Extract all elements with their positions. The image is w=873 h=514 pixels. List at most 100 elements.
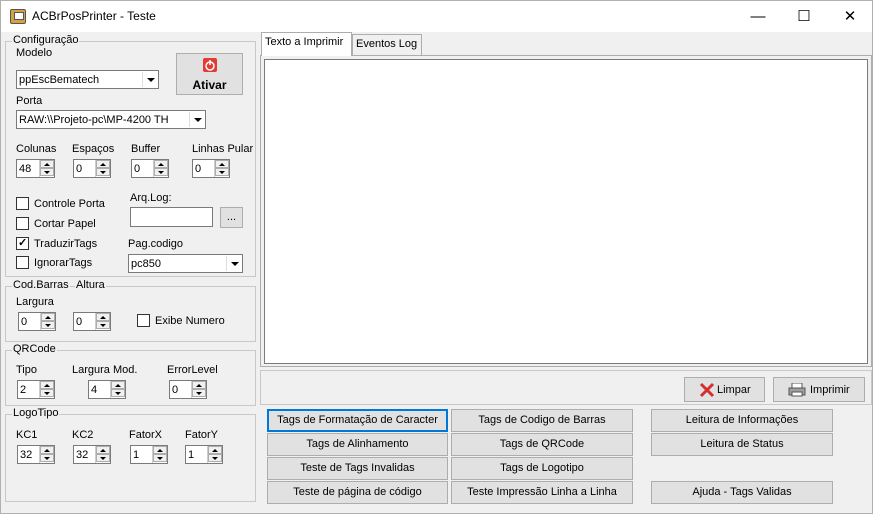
spin-up-icon[interactable] xyxy=(154,160,168,168)
close-button[interactable]: ✕ xyxy=(827,1,873,32)
spin-up-icon[interactable] xyxy=(208,446,222,454)
spin-up-icon[interactable] xyxy=(111,381,125,389)
teste-tags-invalidas-button[interactable]: Teste de Tags Invalidas xyxy=(267,457,448,480)
ignorar-tags-label: IgnorarTags xyxy=(34,256,93,269)
spin-down-icon[interactable] xyxy=(192,389,206,397)
spin-down-icon[interactable] xyxy=(40,168,54,176)
pag-codigo-select[interactable]: pc850 xyxy=(128,254,243,273)
error-level-label: ErrorLevel xyxy=(167,364,218,376)
limpar-label: Limpar xyxy=(717,384,751,396)
qrcode-largura-mod-spinner[interactable]: 4 xyxy=(88,380,126,399)
buffer-spinner[interactable]: 0 xyxy=(131,159,169,178)
traduzir-tags-checkbox[interactable]: TraduzirTags xyxy=(16,236,97,250)
tab-eventos-log[interactable]: Eventos Log xyxy=(352,34,422,55)
spin-up-icon[interactable] xyxy=(41,313,55,321)
tags-codigo-barras-button[interactable]: Tags de Codigo de Barras xyxy=(451,409,633,432)
tab-page xyxy=(260,55,872,367)
spin-down-icon[interactable] xyxy=(96,321,110,329)
ignorar-tags-checkbox[interactable]: IgnorarTags xyxy=(16,256,92,269)
printer-app-icon xyxy=(10,9,26,24)
teste-pagina-codigo-button[interactable]: Teste de página de código xyxy=(267,481,448,504)
spin-up-icon[interactable] xyxy=(96,446,110,454)
print-text-area[interactable] xyxy=(264,59,868,364)
controle-porta-label: Controle Porta xyxy=(34,197,105,210)
spin-down-icon[interactable] xyxy=(40,389,54,397)
largura-label: Largura xyxy=(16,296,54,308)
title-bar: ACBrPosPrinter - Teste — ☐ ✕ xyxy=(1,1,872,32)
barcode-largura-value: 0 xyxy=(21,316,28,328)
spin-down-icon[interactable] xyxy=(41,321,55,329)
ativar-button[interactable]: Ativar xyxy=(176,53,243,95)
spin-down-icon[interactable] xyxy=(96,454,110,462)
chevron-down-icon[interactable] xyxy=(142,72,157,87)
leitura-informacoes-button[interactable]: Leitura de Informações xyxy=(651,409,833,432)
spin-down-icon[interactable] xyxy=(208,454,222,462)
modelo-value: ppEscBematech xyxy=(19,74,100,86)
chevron-down-icon[interactable] xyxy=(226,256,241,271)
spin-down-icon[interactable] xyxy=(111,389,125,397)
teste-impressao-linha-button[interactable]: Teste Impressão Linha a Linha xyxy=(451,481,633,504)
qrcode-tipo-spinner[interactable]: 2 xyxy=(17,380,55,399)
limpar-button[interactable]: Limpar xyxy=(684,377,765,402)
tags-qrcode-button[interactable]: Tags de QRCode xyxy=(451,433,633,456)
clear-x-icon xyxy=(699,382,715,398)
main-window: ACBrPosPrinter - Teste — ☐ ✕ Configuraçã… xyxy=(0,0,873,514)
spin-up-icon[interactable] xyxy=(40,446,54,454)
tags-formatacao-button[interactable]: Tags de Formatação de Caracter xyxy=(267,409,448,432)
spin-down-icon[interactable] xyxy=(215,168,229,176)
kc2-value: 32 xyxy=(76,449,89,461)
printer-icon xyxy=(788,383,806,397)
spin-up-icon[interactable] xyxy=(40,381,54,389)
spin-up-icon[interactable] xyxy=(96,160,110,168)
spin-down-icon[interactable] xyxy=(154,168,168,176)
colunas-spinner[interactable]: 48 xyxy=(16,159,55,178)
imprimir-label: Imprimir xyxy=(810,384,850,396)
kc2-spinner[interactable]: 32 xyxy=(73,445,111,464)
fatorx-spinner[interactable]: 1 xyxy=(130,445,168,464)
barcode-altura-value: 0 xyxy=(76,316,83,328)
spin-up-icon[interactable] xyxy=(96,313,110,321)
checkbox-box[interactable] xyxy=(16,197,29,210)
fatory-spinner[interactable]: 1 xyxy=(185,445,223,464)
spin-down-icon[interactable] xyxy=(40,454,54,462)
browse-log-button[interactable]: ... xyxy=(220,207,243,228)
ajuda-tags-validas-button[interactable]: Ajuda - Tags Validas xyxy=(651,481,833,504)
ativar-button-label: Ativar xyxy=(192,78,227,92)
qrcode-tipo-value: 2 xyxy=(20,384,27,396)
qrcode-group-label: QRCode xyxy=(12,343,57,355)
imprimir-button[interactable]: Imprimir xyxy=(773,377,865,402)
espacos-spinner[interactable]: 0 xyxy=(73,159,111,178)
checkbox-box[interactable] xyxy=(16,256,29,269)
spin-up-icon[interactable] xyxy=(192,381,206,389)
arq-log-input[interactable] xyxy=(130,207,213,227)
tab-texto-a-imprimir[interactable]: Texto a Imprimir xyxy=(261,32,352,56)
checkbox-box[interactable] xyxy=(137,314,150,327)
spin-down-icon[interactable] xyxy=(153,454,167,462)
porta-select[interactable]: RAW:\\Projeto-pc\MP-4200 TH xyxy=(16,110,206,129)
kc1-spinner[interactable]: 32 xyxy=(17,445,55,464)
spin-up-icon[interactable] xyxy=(215,160,229,168)
linhas-pular-value: 0 xyxy=(195,163,202,175)
maximize-button[interactable]: ☐ xyxy=(781,1,827,32)
tags-logotipo-button[interactable]: Tags de Logotipo xyxy=(451,457,633,480)
tags-alinhamento-button[interactable]: Tags de Alinhamento xyxy=(267,433,448,456)
spin-up-icon[interactable] xyxy=(40,160,54,168)
exibe-numero-checkbox[interactable]: Exibe Numero xyxy=(137,314,225,327)
leitura-status-button[interactable]: Leitura de Status xyxy=(651,433,833,456)
checkbox-box[interactable] xyxy=(16,217,29,230)
modelo-select[interactable]: ppEscBematech xyxy=(16,70,159,89)
spin-down-icon[interactable] xyxy=(96,168,110,176)
controle-porta-checkbox[interactable]: Controle Porta xyxy=(16,197,105,210)
barcode-largura-spinner[interactable]: 0 xyxy=(18,312,56,331)
minimize-button[interactable]: — xyxy=(735,1,781,32)
linhas-pular-spinner[interactable]: 0 xyxy=(192,159,230,178)
spin-up-icon[interactable] xyxy=(153,446,167,454)
exibe-numero-label: Exibe Numero xyxy=(155,314,225,327)
checkbox-box[interactable] xyxy=(16,236,29,250)
barcode-altura-spinner[interactable]: 0 xyxy=(73,312,111,331)
cortar-papel-checkbox[interactable]: Cortar Papel xyxy=(16,217,96,230)
chevron-down-icon[interactable] xyxy=(189,112,204,127)
qrcode-error-level-spinner[interactable]: 0 xyxy=(169,380,207,399)
cortar-papel-label: Cortar Papel xyxy=(34,217,96,230)
colunas-label: Colunas xyxy=(16,143,57,155)
